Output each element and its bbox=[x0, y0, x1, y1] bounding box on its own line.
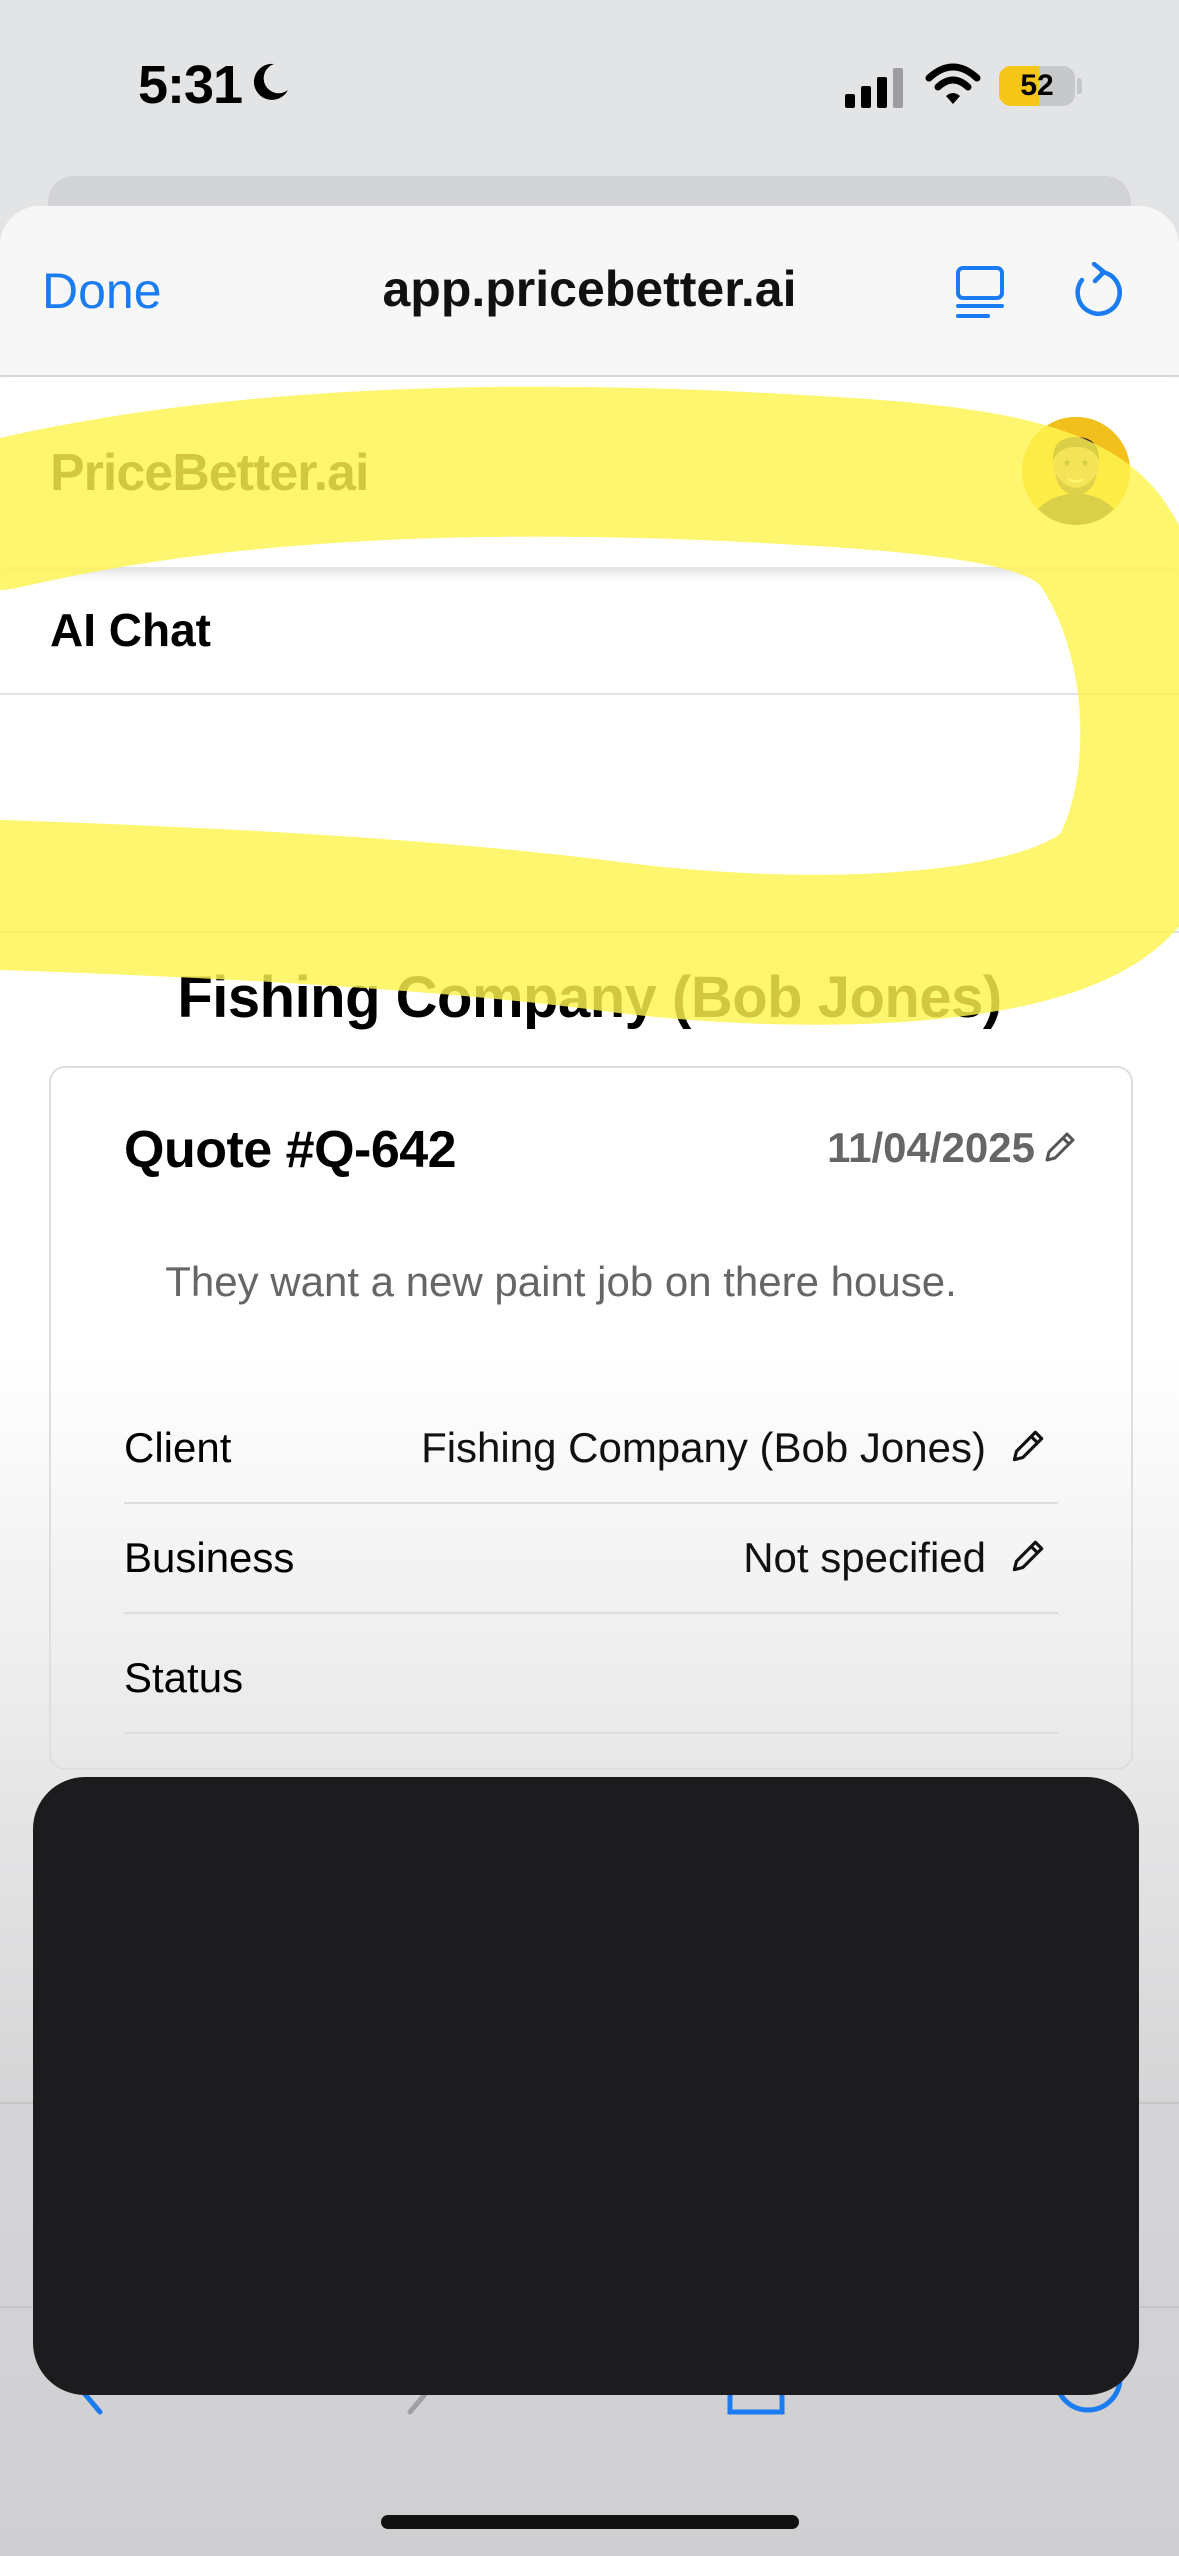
redaction-overlay bbox=[33, 1777, 1139, 2395]
reload-icon[interactable] bbox=[1068, 262, 1126, 320]
status-row: Status bbox=[124, 1614, 1058, 1734]
quote-number: Quote #Q-642 bbox=[124, 1121, 457, 1179]
site-header: PriceBetter.ai bbox=[0, 377, 1179, 567]
battery-icon: 52 bbox=[999, 66, 1075, 106]
client-row: Client Fishing Company (Bob Jones) bbox=[124, 1394, 1058, 1504]
business-row: Business Not specified bbox=[124, 1504, 1058, 1614]
quote-date: 11/04/2025 bbox=[827, 1124, 1035, 1171]
nav-item-ai-chat[interactable]: AI Chat bbox=[0, 567, 1179, 695]
site-title[interactable]: PriceBetter.ai bbox=[50, 443, 369, 503]
battery-percent: 52 bbox=[1020, 69, 1054, 102]
avatar-photo bbox=[1022, 417, 1130, 525]
pencil-icon[interactable] bbox=[1006, 1536, 1048, 1578]
client-value: Fishing Company (Bob Jones) bbox=[421, 1424, 986, 1471]
pencil-icon[interactable] bbox=[1039, 1128, 1079, 1168]
cellular-signal-icon bbox=[845, 68, 903, 108]
battery-nub bbox=[1077, 78, 1082, 94]
avatar[interactable] bbox=[1022, 417, 1130, 525]
client-label: Client bbox=[124, 1424, 232, 1471]
business-value: Not specified bbox=[743, 1534, 986, 1581]
empty-content-area bbox=[0, 695, 1179, 933]
moon-icon bbox=[253, 63, 288, 100]
reader-mode-icon[interactable] bbox=[952, 264, 1008, 320]
quote-description: They want a new paint job on there house… bbox=[165, 1258, 957, 1305]
status-time: 5:31 bbox=[138, 55, 243, 115]
pencil-icon[interactable] bbox=[1006, 1426, 1048, 1468]
status-label: Status bbox=[124, 1654, 244, 1701]
quote-card: Quote #Q-642 11/04/2025 They want a new … bbox=[49, 1066, 1133, 1770]
status-bar: 5:31 52 bbox=[0, 0, 1179, 170]
business-label: Business bbox=[124, 1534, 295, 1581]
home-indicator bbox=[381, 2515, 799, 2529]
ai-chat-label: AI Chat bbox=[50, 604, 211, 656]
wifi-icon bbox=[925, 63, 981, 104]
client-heading: Fishing Company (Bob Jones) bbox=[177, 965, 1002, 1030]
browser-nav-bar: Done app.pricebetter.ai bbox=[0, 206, 1179, 377]
